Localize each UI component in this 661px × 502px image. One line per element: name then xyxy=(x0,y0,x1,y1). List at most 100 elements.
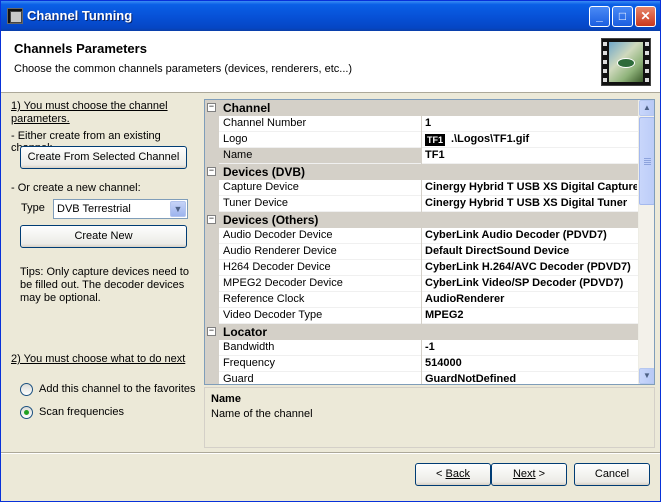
chevron-down-icon[interactable]: ▼ xyxy=(170,201,186,217)
tips-line1: Tips: Only capture devices need to xyxy=(20,266,189,278)
minimize-icon: _ xyxy=(596,9,603,23)
grid-property-value[interactable]: Cinergy Hybrid T USB XS Digital Tuner xyxy=(425,197,637,209)
grid-property-row[interactable]: Capture Device Cinergy Hybrid T USB XS Di… xyxy=(205,180,639,196)
wizard-header: Channels Parameters Choose the common ch… xyxy=(1,31,660,93)
grid-property-value[interactable]: CyberLink Audio Decoder (PDVD7) xyxy=(425,229,637,241)
grid-property-value[interactable]: 1 xyxy=(425,117,637,129)
option-scan-frequencies-label[interactable]: Scan frequencies xyxy=(39,406,124,418)
property-description-panel: Name Name of the channel xyxy=(204,387,655,448)
collapse-icon[interactable]: − xyxy=(207,167,216,176)
grid-category[interactable]: − Devices (DVB) xyxy=(205,164,639,180)
grid-property-value[interactable]: 514000 xyxy=(425,357,637,369)
grid-property-row[interactable]: Video Decoder Type MPEG2 xyxy=(205,308,639,324)
grid-property-name: Frequency xyxy=(223,357,275,369)
grid-property-name: H264 Decoder Device xyxy=(223,261,331,273)
window-title: Channel Tunning xyxy=(27,8,133,23)
type-select[interactable]: DVB Terrestrial ▼ xyxy=(53,199,188,219)
page-title: Channels Parameters xyxy=(14,41,147,56)
or-label: - Or create a new channel: xyxy=(11,182,141,194)
grid-property-value[interactable]: AudioRenderer xyxy=(425,293,637,305)
footer-separator xyxy=(1,452,660,454)
scroll-up-icon[interactable]: ▲ xyxy=(639,100,654,116)
grid-property-row[interactable]: Bandwidth -1 xyxy=(205,340,639,356)
back-button[interactable]: < Back xyxy=(415,463,491,486)
grid-property-name: Name xyxy=(219,148,421,163)
grid-property-name: Tuner Device xyxy=(223,197,289,209)
description-text: Name of the channel xyxy=(211,408,313,420)
grid-property-name: Audio Decoder Device xyxy=(223,229,333,241)
grid-property-row[interactable]: Reference Clock AudioRenderer xyxy=(205,292,639,308)
grid-property-name: Audio Renderer Device xyxy=(223,245,337,257)
maximize-button[interactable]: □ xyxy=(612,6,633,27)
title-bar[interactable]: Channel Tunning _ □ ✕ xyxy=(1,1,660,31)
film-eye-logo xyxy=(601,38,651,86)
type-label: Type xyxy=(21,202,45,214)
collapse-icon[interactable]: − xyxy=(207,103,216,112)
grid-property-name: Reference Clock xyxy=(223,293,305,305)
grid-property-value[interactable]: CyberLink H.264/AVC Decoder (PDVD7) xyxy=(425,261,637,273)
left-panel: 1) You must choose the channel parameter… xyxy=(1,94,201,449)
grid-property-row[interactable]: Channel Number 1 xyxy=(205,116,639,132)
type-select-value: DVB Terrestrial xyxy=(57,203,131,215)
grid-category-label: Devices (DVB) xyxy=(223,165,306,179)
next-button[interactable]: Next > xyxy=(491,463,567,486)
description-title: Name xyxy=(211,393,241,405)
step1-title-line2: parameters. xyxy=(11,113,70,125)
grid-category[interactable]: − Channel xyxy=(205,100,639,116)
channel-tunning-dialog: Channel Tunning _ □ ✕ Channels Parameter… xyxy=(0,0,661,502)
grid-property-name: Capture Device xyxy=(223,181,299,193)
grid-property-value[interactable]: TF1 .\Logos\TF1.gif xyxy=(425,133,637,146)
close-icon: ✕ xyxy=(640,9,651,23)
grid-category-label: Locator xyxy=(223,325,268,339)
tf1-logo-icon: TF1 xyxy=(425,134,445,146)
grid-property-row[interactable]: H264 Decoder Device CyberLink H.264/AVC D… xyxy=(205,260,639,276)
step1-title-line1: 1) You must choose the channel xyxy=(11,100,168,112)
back-label: Back xyxy=(445,468,470,480)
grid-property-row[interactable]: Name TF1 xyxy=(205,148,639,164)
scroll-down-icon[interactable]: ▼ xyxy=(639,368,654,384)
grid-property-row[interactable]: Logo TF1 .\Logos\TF1.gif xyxy=(205,132,639,148)
grid-category-label: Devices (Others) xyxy=(223,213,319,227)
next-label: Next xyxy=(512,468,536,480)
grid-property-name: Channel Number xyxy=(223,117,307,129)
grid-property-value[interactable]: -1 xyxy=(425,341,637,353)
close-button[interactable]: ✕ xyxy=(635,6,656,27)
create-from-selected-channel-button[interactable]: Create From Selected Channel xyxy=(20,146,187,169)
grid-property-row[interactable]: MPEG2 Decoder Device CyberLink Video/SP D… xyxy=(205,276,639,292)
radio-scan-frequencies[interactable] xyxy=(20,406,33,419)
tips-line3: may be optional. xyxy=(20,292,101,304)
grid-property-row[interactable]: Tuner Device Cinergy Hybrid T USB XS Digi… xyxy=(205,196,639,212)
cancel-button[interactable]: Cancel xyxy=(574,463,650,486)
grid-category[interactable]: − Locator xyxy=(205,324,639,340)
page-subtitle: Choose the common channels parameters (d… xyxy=(14,63,353,75)
radio-add-to-favorites[interactable] xyxy=(20,383,33,396)
grid-property-row[interactable]: Guard GuardNotDefined xyxy=(205,372,639,385)
step2-title: 2) You must choose what to do next xyxy=(11,353,186,365)
grid-category-label: Channel xyxy=(223,101,271,115)
tips-line2: be filled out. The decoder devices xyxy=(20,279,185,291)
grid-property-value[interactable]: GuardNotDefined xyxy=(425,373,637,384)
grid-property-value[interactable]: Default DirectSound Device xyxy=(425,245,637,257)
grid-property-row[interactable]: Frequency 514000 xyxy=(205,356,639,372)
grid-category[interactable]: − Devices (Others) xyxy=(205,212,639,228)
option-add-to-favorites-label[interactable]: Add this channel to the favorites xyxy=(39,383,196,395)
collapse-icon[interactable]: − xyxy=(207,215,216,224)
grid-property-value[interactable]: MPEG2 xyxy=(425,309,637,321)
grid-property-row[interactable]: Audio Renderer Device Default DirectSound… xyxy=(205,244,639,260)
grid-property-value[interactable]: CyberLink Video/SP Decoder (PDVD7) xyxy=(425,277,637,289)
grid-property-name: Logo xyxy=(223,133,248,145)
grid-property-value[interactable]: TF1 xyxy=(425,149,637,161)
minimize-button[interactable]: _ xyxy=(589,6,610,27)
property-grid[interactable]: − Channel Channel Number 1 Logo TF1 .\Logos\TF… xyxy=(204,99,655,385)
maximize-icon: □ xyxy=(618,9,627,23)
collapse-icon[interactable]: − xyxy=(207,327,216,336)
grid-property-row[interactable]: Audio Decoder Device CyberLink Audio Deco… xyxy=(205,228,639,244)
property-grid-scrollbar[interactable]: ▲ ▼ xyxy=(638,100,654,384)
create-new-button[interactable]: Create New xyxy=(20,225,187,248)
grid-property-name: Bandwidth xyxy=(223,341,275,353)
grid-property-name: Guard xyxy=(223,373,254,385)
grid-property-name: MPEG2 Decoder Device xyxy=(223,277,343,289)
clapperboard-icon xyxy=(7,8,23,24)
grid-property-value[interactable]: Cinergy Hybrid T USB XS Digital Capture xyxy=(425,181,637,193)
scrollbar-thumb[interactable] xyxy=(639,117,654,205)
